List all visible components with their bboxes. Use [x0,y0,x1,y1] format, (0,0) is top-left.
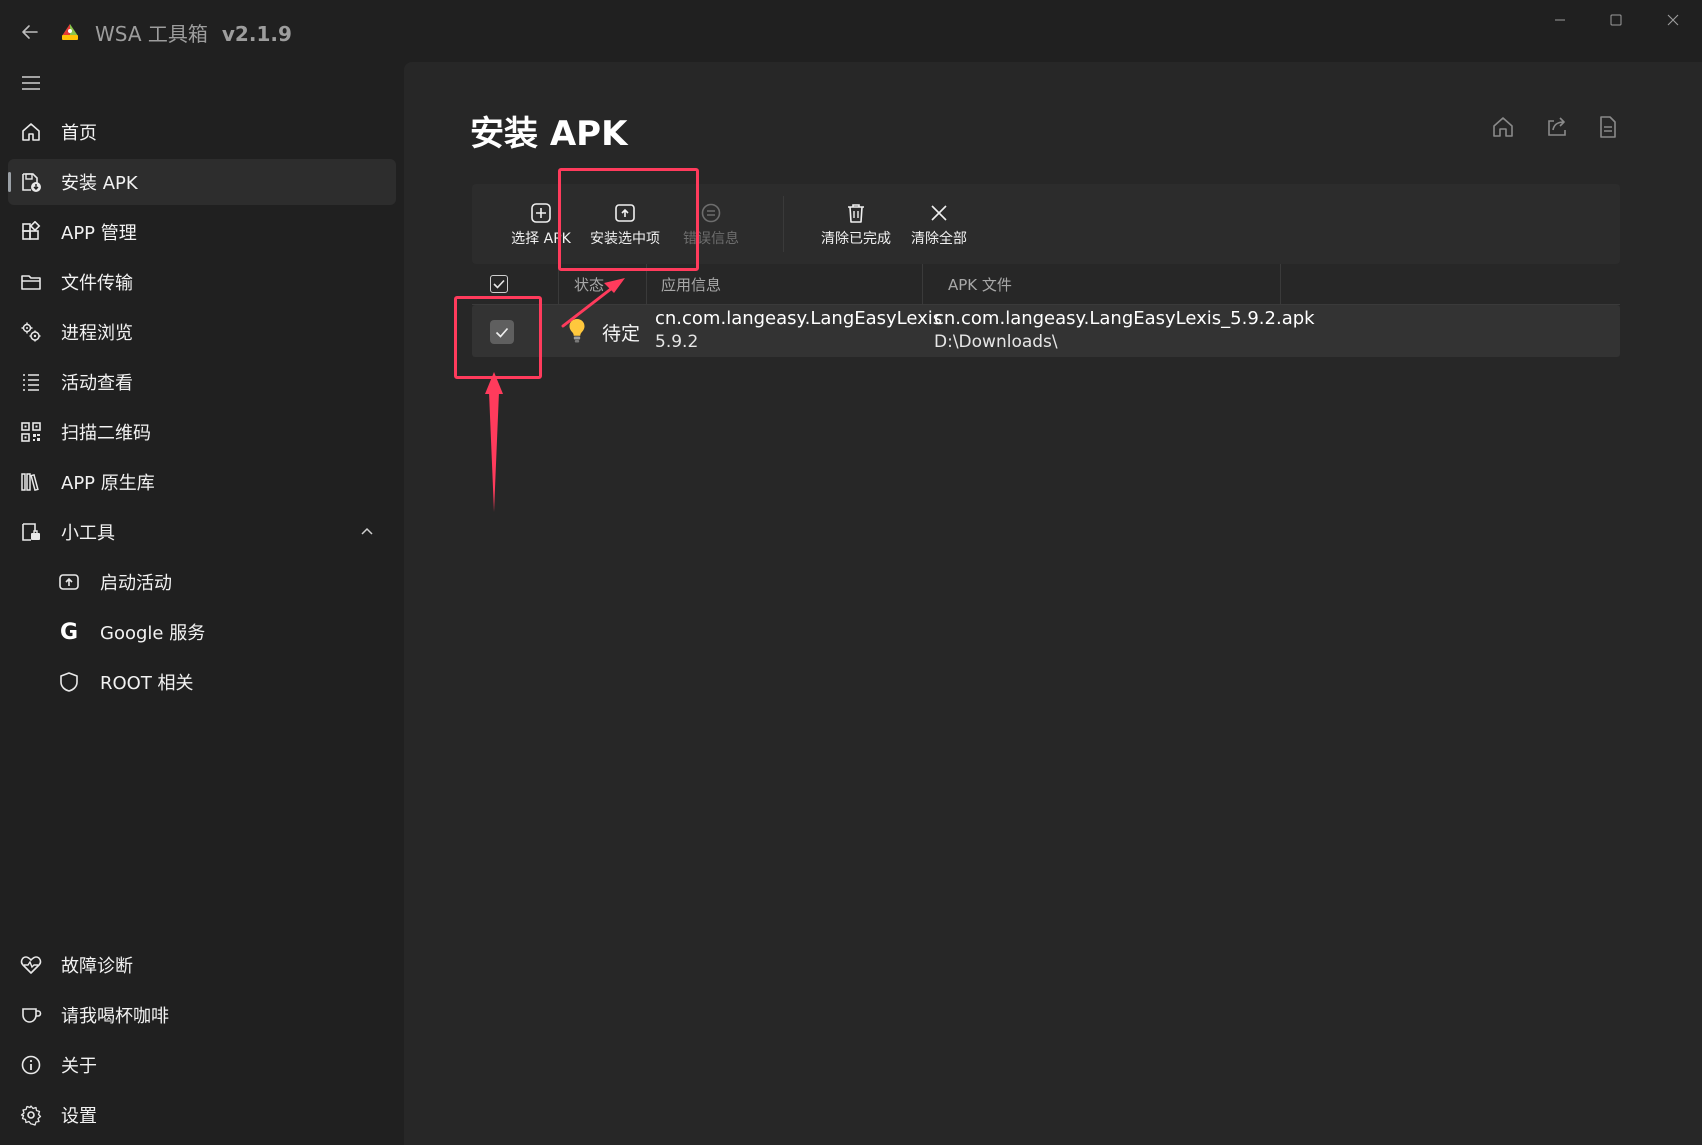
sidebar-item-activity-viewer[interactable]: 活动查看 [8,359,396,405]
toolbar-button-label: 清除全部 [911,231,967,247]
sidebar-item-install-apk[interactable]: 安装 APK [8,159,396,205]
sidebar-item-label: APP 原生库 [61,473,155,494]
column-divider [1280,264,1281,304]
app-title: WSA 工具箱 v2.1.9 [95,18,292,47]
minimize-icon [1555,19,1565,21]
toolbar-separator [783,196,784,252]
sidebar-item-about[interactable]: 关于 [8,1042,396,1088]
status-text: 待定 [602,323,641,345]
maximize-button[interactable] [1588,0,1644,40]
shield-icon [57,670,81,694]
heart-pulse-icon [19,953,43,977]
sidebar-item-file-transfer[interactable]: 文件传输 [8,259,396,305]
app-name: WSA 工具箱 [95,22,208,46]
sidebar-item-launch-activity[interactable]: 启动活动 [8,559,396,605]
close-icon [929,200,949,226]
error-info-icon [700,200,722,226]
home-icon [19,120,43,144]
folder-icon [19,270,43,294]
sidebar-item-label: ROOT 相关 [100,673,194,694]
settings-icon [19,1103,43,1127]
page-title: 安装 APK [470,114,628,154]
gears-icon [19,320,43,344]
sidebar-item-label: 活动查看 [61,373,133,394]
sidebar-item-native-libraries[interactable]: APP 原生库 [8,459,396,505]
clear-completed-button[interactable]: 清除已完成 [815,194,897,256]
close-window-button[interactable] [1645,0,1701,40]
back-arrow-icon [22,25,38,39]
sidebar-item-label: 关于 [61,1056,97,1077]
share-icon [1548,117,1566,136]
column-header-apk-file[interactable]: APK 文件 [948,264,1012,304]
sidebar-item-root[interactable]: ROOT 相关 [8,659,396,705]
annotation-highlight-install-button [558,168,699,271]
qr-code-icon [19,420,43,444]
apk-file-path: D:\Downloads\ [934,332,1058,352]
maximize-icon [1610,14,1622,26]
hamburger-icon [22,76,40,90]
library-icon [19,470,43,494]
package-version: 5.9.2 [655,332,699,352]
select-all-checkbox[interactable] [490,275,508,293]
sidebar-item-tools[interactable]: 小工具 [8,509,396,555]
sidebar-item-google-services[interactable]: G Google 服务 [8,609,396,655]
document-icon [1600,116,1616,138]
table-row[interactable]: 待定 cn.com.langeasy.LangEasyLexis 5.9.2 c… [472,305,1620,357]
sidebar-item-label: 扫描二维码 [61,423,151,444]
toolbar-button-label: 清除已完成 [821,231,891,247]
chevron-up-icon[interactable] [358,523,376,541]
menu-toggle-button[interactable] [12,64,50,102]
home-button[interactable] [1483,107,1523,147]
sidebar-item-label: 请我喝杯咖啡 [61,1006,169,1027]
launch-icon [57,570,81,594]
apk-file-name: cn.com.langeasy.LangEasyLexis_5.9.2.apk [934,308,1315,329]
sidebar-item-label: Google 服务 [100,623,206,644]
lightbulb-icon [568,318,586,344]
add-square-icon [530,200,552,226]
share-button[interactable] [1537,107,1577,147]
sidebar-item-label: 进程浏览 [61,323,133,344]
sidebar-item-label: 文件传输 [61,273,133,294]
sidebar-item-label: 设置 [61,1106,97,1127]
sidebar-item-scan-qr[interactable]: 扫描二维码 [8,409,396,455]
trash-icon [845,200,867,226]
sidebar-item-label: APP 管理 [61,223,137,244]
app-logo [58,20,82,44]
clear-all-button[interactable]: 清除全部 [898,194,980,256]
home-icon [1493,117,1513,137]
sidebar-item-label: 安装 APK [61,173,138,194]
sidebar-item-settings[interactable]: 设置 [8,1092,396,1138]
sidebar-item-app-management[interactable]: APP 管理 [8,209,396,255]
checkmark-icon [493,279,505,289]
app-version: v2.1.9 [221,22,292,46]
coffee-cup-icon [19,1003,43,1027]
title-bar: WSA 工具箱 v2.1.9 [0,0,1702,62]
app-grid-icon [19,220,43,244]
package-name: cn.com.langeasy.LangEasyLexis [655,308,943,329]
sidebar-item-buy-coffee[interactable]: 请我喝杯咖啡 [8,992,396,1038]
minimize-button[interactable] [1532,0,1588,40]
sidebar-item-home[interactable]: 首页 [8,109,396,155]
sidebar-item-label: 启动活动 [100,573,172,594]
document-button[interactable] [1588,107,1628,147]
sidebar-item-label: 首页 [61,123,97,144]
install-apk-icon [19,170,43,194]
sidebar-item-label: 故障诊断 [61,956,133,977]
back-button[interactable] [12,14,48,50]
annotation-highlight-row-checkbox [454,296,542,379]
sidebar-item-label: 小工具 [61,523,115,544]
info-icon [19,1053,43,1077]
toolbox-icon [19,520,43,544]
google-icon: G [59,619,79,645]
sidebar-item-process-browser[interactable]: 进程浏览 [8,309,396,355]
close-window-icon [1667,14,1679,26]
list-icon [19,370,43,394]
column-divider [922,264,923,304]
sidebar-item-diagnostics[interactable]: 故障诊断 [8,942,396,988]
